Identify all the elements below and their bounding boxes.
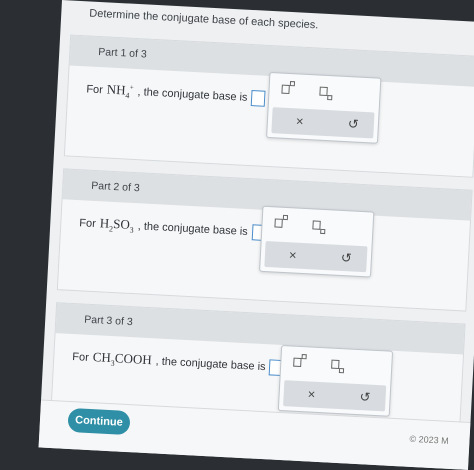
species-ch3cooh: CH3COOH bbox=[92, 349, 153, 368]
answer-input-part-1[interactable] bbox=[251, 89, 266, 107]
formula-palette-part-2: × ↺ bbox=[259, 205, 375, 278]
species-nh4: NH4+ bbox=[106, 81, 134, 101]
superscript-tool-icon[interactable] bbox=[281, 81, 296, 96]
superscript-tool-icon[interactable] bbox=[274, 214, 289, 229]
subscript-tool-icon[interactable] bbox=[331, 359, 345, 374]
continue-button[interactable]: Continue bbox=[67, 407, 131, 436]
part-2-question: For H2SO3 , the conjugate base is . bbox=[79, 214, 272, 242]
formula-palette-part-3: × ↺ bbox=[277, 344, 394, 417]
part-3-question: For CH3COOH , the conjugate base is . bbox=[72, 348, 290, 377]
worksheet-screen: Determine the conjugate base of each spe… bbox=[38, 0, 474, 470]
subscript-tool-icon[interactable] bbox=[319, 86, 333, 101]
clear-button[interactable]: × bbox=[307, 386, 315, 401]
undo-button[interactable]: ↺ bbox=[359, 389, 371, 406]
undo-button[interactable]: ↺ bbox=[340, 250, 353, 267]
question-prompt: Determine the conjugate base of each spe… bbox=[89, 7, 319, 32]
species-h2so3: H2SO3 bbox=[99, 215, 134, 235]
formula-palette-part-1: × ↺ bbox=[266, 71, 382, 144]
undo-button[interactable]: ↺ bbox=[347, 116, 360, 133]
clear-button[interactable]: × bbox=[296, 113, 304, 128]
part-1-panel: Part 1 of 3 For NH4+ , the conjugate bas… bbox=[63, 34, 474, 178]
part-2-panel: Part 2 of 3 For H2SO3 , the conjugate ba… bbox=[56, 168, 473, 312]
subscript-tool-icon[interactable] bbox=[312, 219, 326, 235]
superscript-tool-icon[interactable] bbox=[293, 354, 307, 369]
copyright-text: © 2023 M bbox=[409, 433, 449, 446]
part-3-header: Part 3 of 3 bbox=[55, 303, 465, 355]
clear-button[interactable]: × bbox=[289, 247, 297, 262]
part-1-question: For NH4+ , the conjugate base is . bbox=[86, 80, 272, 107]
